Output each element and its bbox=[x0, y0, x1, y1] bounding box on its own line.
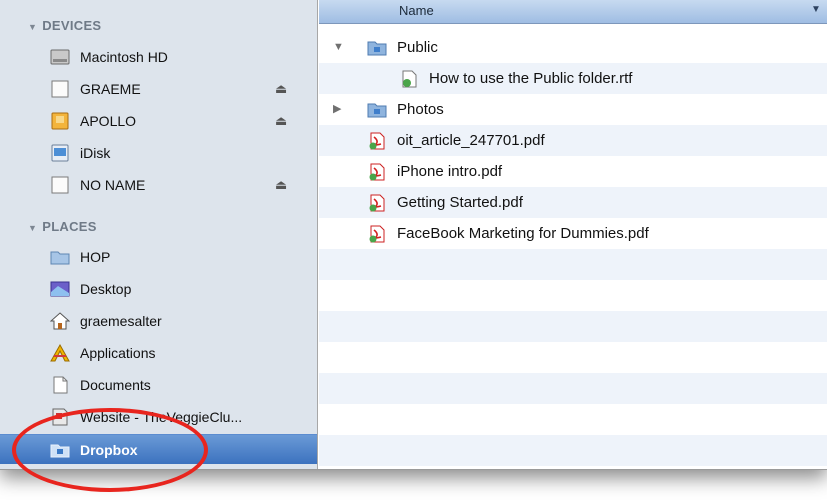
empty-row bbox=[319, 404, 827, 435]
folder-icon bbox=[367, 39, 387, 57]
external-drive-icon bbox=[50, 80, 70, 98]
file-row[interactable]: ▼ Public bbox=[319, 32, 827, 63]
sidebar-item-apollo[interactable]: APOLLO ⏏ bbox=[0, 106, 317, 136]
file-row[interactable]: iPhone intro.pdf bbox=[319, 156, 827, 187]
file-row[interactable]: Getting Started.pdf bbox=[319, 187, 827, 218]
places-section-header[interactable]: ▼ PLACES bbox=[28, 217, 97, 237]
empty-row bbox=[319, 342, 827, 373]
home-icon bbox=[49, 312, 71, 330]
file-name: FaceBook Marketing for Dummies.pdf bbox=[397, 225, 649, 242]
devices-header-label: DEVICES bbox=[42, 18, 102, 33]
pdf-file-icon bbox=[367, 225, 387, 243]
applications-icon bbox=[50, 343, 70, 362]
name-column-header[interactable]: Name ▼ bbox=[319, 0, 827, 24]
disclosure-triangle-icon[interactable]: ▼ bbox=[28, 22, 37, 32]
external-drive-icon bbox=[50, 176, 70, 194]
eject-icon[interactable]: ⏏ bbox=[275, 106, 287, 136]
file-name: Getting Started.pdf bbox=[397, 194, 523, 211]
empty-row bbox=[319, 435, 827, 466]
sidebar-item-label: Documents bbox=[80, 377, 151, 393]
folder-icon bbox=[367, 101, 387, 119]
documents-icon bbox=[50, 376, 70, 394]
sidebar-item-label: GRAEME bbox=[80, 81, 141, 97]
disclosure-closed-icon[interactable]: ▶ bbox=[333, 94, 341, 125]
disclosure-open-icon[interactable]: ▼ bbox=[333, 32, 344, 63]
pdf-file-icon bbox=[367, 163, 387, 181]
sidebar-item-hop[interactable]: HOP bbox=[0, 242, 317, 272]
hard-drive-icon bbox=[50, 48, 70, 66]
finder-window: ▼ DEVICES Macintosh HD GRAEME ⏏ APOLLO ⏏ iDisk… bbox=[0, 0, 827, 470]
pdf-file-icon bbox=[367, 132, 387, 150]
empty-row bbox=[319, 280, 827, 311]
sidebar-item-graeme[interactable]: GRAEME ⏏ bbox=[0, 74, 317, 104]
sidebar-item-idisk[interactable]: iDisk bbox=[0, 138, 317, 168]
file-name: Public bbox=[397, 39, 438, 56]
sidebar-item-graemesalter[interactable]: graemesalter bbox=[0, 306, 317, 336]
sort-indicator-icon: ▼ bbox=[811, 4, 821, 15]
devices-section-header[interactable]: ▼ DEVICES bbox=[28, 16, 101, 36]
file-row[interactable]: How to use the Public folder.rtf bbox=[319, 63, 827, 94]
sidebar-item-label: Desktop bbox=[80, 281, 132, 297]
folder-icon bbox=[50, 248, 70, 266]
disclosure-triangle-icon[interactable]: ▼ bbox=[28, 223, 37, 233]
file-row[interactable]: oit_article_247701.pdf bbox=[319, 125, 827, 156]
empty-row bbox=[319, 249, 827, 280]
empty-row bbox=[319, 311, 827, 342]
eject-icon[interactable]: ⏏ bbox=[275, 74, 287, 104]
sidebar-item-macintosh-hd[interactable]: Macintosh HD bbox=[0, 42, 317, 72]
places-header-label: PLACES bbox=[42, 219, 97, 234]
annotation-circle bbox=[12, 408, 208, 492]
sidebar-item-label: APOLLO bbox=[80, 113, 137, 129]
name-column-label: Name bbox=[399, 3, 434, 18]
idisk-icon bbox=[50, 144, 70, 162]
sidebar-item-label: iDisk bbox=[80, 145, 111, 161]
sidebar-item-no-name[interactable]: NO NAME ⏏ bbox=[0, 170, 317, 200]
sidebar-item-label: HOP bbox=[80, 249, 111, 265]
sidebar-item-documents[interactable]: Documents bbox=[0, 370, 317, 400]
rtf-file-icon bbox=[399, 70, 419, 88]
file-row[interactable]: ▶ Photos bbox=[319, 94, 827, 125]
eject-icon[interactable]: ⏏ bbox=[275, 170, 287, 200]
file-name: Photos bbox=[397, 101, 444, 118]
file-list: Name ▼ ▼ Public How to use the Public fold… bbox=[319, 0, 827, 469]
sidebar-item-desktop[interactable]: Desktop bbox=[0, 274, 317, 304]
file-name: How to use the Public folder.rtf bbox=[429, 70, 633, 87]
file-name: iPhone intro.pdf bbox=[397, 163, 503, 180]
file-name: oit_article_247701.pdf bbox=[397, 132, 545, 149]
desktop-icon bbox=[50, 280, 70, 298]
sidebar: ▼ DEVICES Macintosh HD GRAEME ⏏ APOLLO ⏏ iDisk… bbox=[0, 0, 318, 469]
pdf-file-icon bbox=[367, 194, 387, 212]
sidebar-item-label: graemesalter bbox=[80, 313, 162, 329]
sidebar-item-label: Applications bbox=[80, 345, 156, 361]
disk-image-icon bbox=[50, 112, 70, 130]
sidebar-item-label: NO NAME bbox=[80, 177, 146, 193]
sidebar-item-applications[interactable]: Applications bbox=[0, 338, 317, 368]
sidebar-item-label: Macintosh HD bbox=[80, 49, 168, 65]
file-row[interactable]: FaceBook Marketing for Dummies.pdf bbox=[319, 218, 827, 249]
empty-row bbox=[319, 373, 827, 404]
